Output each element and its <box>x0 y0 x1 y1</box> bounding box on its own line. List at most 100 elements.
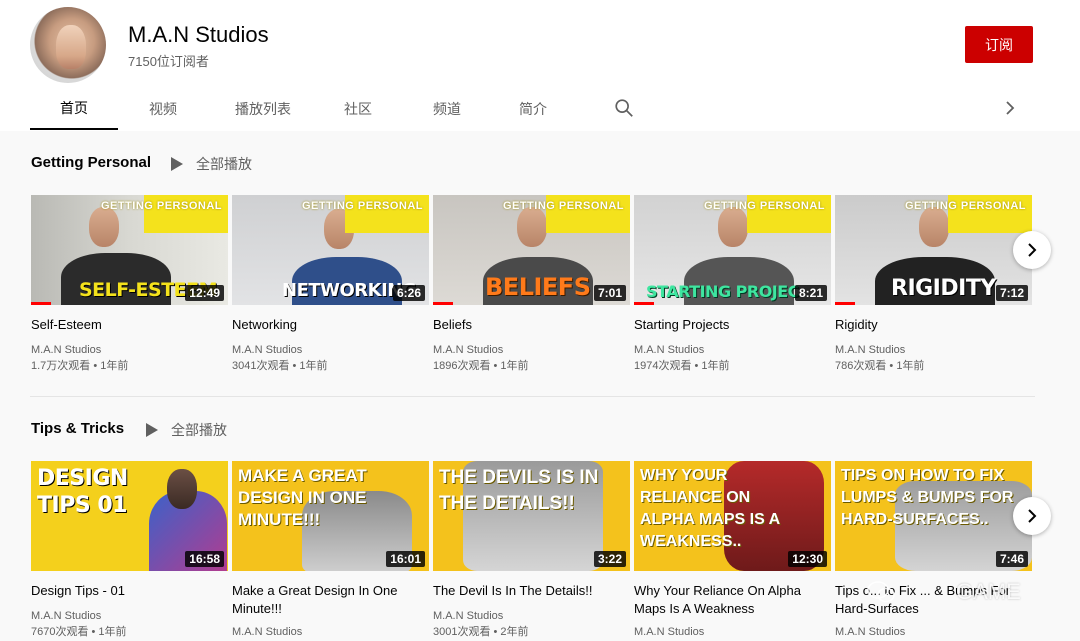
video-card[interactable]: GETTING PERSONAL RIGIDITY 7:12 Rigidity … <box>835 195 1032 374</box>
video-duration: 7:01 <box>593 285 626 301</box>
thumbnail-caption: WHY YOUR RELIANCE ON ALPHA MAPS IS A WEA… <box>640 467 780 550</box>
play-all-button[interactable]: 全部播放 <box>145 420 227 440</box>
channel-tabs: 首页 视频 播放列表 社区 频道 简介 <box>30 88 570 130</box>
video-channel[interactable]: M.A.N Studios <box>433 608 630 624</box>
thumbnail-caption: TIPS ON HOW TO FIX LUMPS & BUMPS FOR HAR… <box>841 467 1014 528</box>
video-card[interactable]: GETTING PERSONAL NETWORKING 6:26 Network… <box>232 195 429 374</box>
video-card[interactable]: GETTING PERSONAL STARTING PROJEC 8:21 St… <box>634 195 831 374</box>
video-stats: 1974次观看 • 1年前 <box>634 360 730 372</box>
series-badge-text: GETTING PERSONAL <box>703 200 825 212</box>
video-thumbnail[interactable]: GETTING PERSONAL RIGIDITY 7:12 <box>835 195 1032 305</box>
video-thumbnail[interactable]: THE DEVILS IS IN THE DETAILS!! 3:22 <box>433 461 630 571</box>
video-title[interactable]: Rigidity <box>835 316 1032 334</box>
video-duration: 12:30 <box>788 551 827 567</box>
play-all-button[interactable]: 全部播放 <box>170 154 252 174</box>
video-channel[interactable]: M.A.N Studios <box>634 342 831 358</box>
video-title[interactable]: Make a Great Design In One Minute!!! <box>232 582 429 618</box>
video-channel[interactable]: M.A.N Studios <box>31 608 228 624</box>
video-title[interactable]: Self-Esteem <box>31 316 228 334</box>
channel-header: M.A.N Studios 7150位订阅者 订阅 首页 视频 播放列表 社区 … <box>0 0 1080 131</box>
thumbnail-caption: BELIEFS <box>485 273 591 301</box>
tab-home[interactable]: 首页 <box>30 88 118 130</box>
video-title[interactable]: Design Tips - 01 <box>31 582 228 600</box>
watch-progress-bar <box>835 302 855 305</box>
watch-progress-bar <box>31 302 51 305</box>
video-duration: 7:46 <box>995 551 1028 567</box>
video-duration: 12:49 <box>185 285 224 301</box>
video-stats: 1896次观看 • 1年前 <box>433 360 529 372</box>
video-card[interactable]: WHY YOUR RELIANCE ON ALPHA MAPS IS A WEA… <box>634 461 831 640</box>
channel-avatar[interactable] <box>30 7 106 83</box>
series-badge-text: GETTING PERSONAL <box>100 200 222 212</box>
video-channel[interactable]: M.A.N Studios <box>232 342 429 358</box>
video-thumbnail[interactable]: GETTING PERSONAL SELF-ESTEEM 12:49 <box>31 195 228 305</box>
play-all-label: 全部播放 <box>171 422 227 438</box>
subscriber-count: 7150位订阅者 <box>128 54 209 69</box>
video-stats: 786次观看 • 1年前 <box>835 360 925 372</box>
channel-name: M.A.N Studios <box>128 22 269 47</box>
video-thumbnail[interactable]: GETTING PERSONAL STARTING PROJEC 8:21 <box>634 195 831 305</box>
video-stats: 3041次观看 • 1年前 <box>232 360 328 372</box>
video-card[interactable]: MAKE A GREAT DESIGN IN ONE MINUTE!!! 16:… <box>232 461 429 640</box>
carousel-next-button[interactable] <box>1013 231 1051 269</box>
video-channel[interactable]: M.A.N Studios <box>433 342 630 358</box>
video-thumbnail[interactable]: MAKE A GREAT DESIGN IN ONE MINUTE!!! 16:… <box>232 461 429 571</box>
video-channel[interactable]: M.A.N Studios <box>835 342 1032 358</box>
video-duration: 16:58 <box>185 551 224 567</box>
video-card[interactable]: TIPS ON HOW TO FIX LUMPS & BUMPS FOR HAR… <box>835 461 1032 640</box>
video-duration: 7:12 <box>995 285 1028 301</box>
thumbnail-caption: STARTING PROJEC <box>646 282 799 301</box>
play-all-label: 全部播放 <box>196 156 252 172</box>
video-title[interactable]: Beliefs <box>433 316 630 334</box>
video-thumbnail[interactable]: WHY YOUR RELIANCE ON ALPHA MAPS IS A WEA… <box>634 461 831 571</box>
chevron-right-icon <box>1028 243 1037 257</box>
video-card[interactable]: GETTING PERSONAL SELF-ESTEEM 12:49 Self-… <box>31 195 228 374</box>
video-card[interactable]: DESIGN TIPS 01 16:58 Design Tips - 01 M.… <box>31 461 228 640</box>
series-badge-text: GETTING PERSONAL <box>301 200 423 212</box>
video-title[interactable]: Starting Projects <box>634 316 831 334</box>
tab-community[interactable]: 社区 <box>318 88 398 130</box>
carousel-next-button[interactable] <box>1013 497 1051 535</box>
video-title[interactable]: Why Your Reliance On Alpha Maps Is A Wea… <box>634 582 831 618</box>
video-title[interactable]: The Devil Is In The Details!! <box>433 582 630 600</box>
video-stats: 1.7万次观看 • 1年前 <box>31 360 129 372</box>
video-duration: 3:22 <box>593 551 626 567</box>
video-thumbnail[interactable]: GETTING PERSONAL BELIEFS 7:01 <box>433 195 630 305</box>
chevron-right-icon[interactable] <box>1001 98 1019 118</box>
play-icon <box>171 157 183 171</box>
video-channel[interactable]: M.A.N Studios <box>232 624 429 640</box>
series-badge-text: GETTING PERSONAL <box>904 200 1026 212</box>
video-thumbnail[interactable]: DESIGN TIPS 01 16:58 <box>31 461 228 571</box>
watch-progress-bar <box>634 302 654 305</box>
search-icon[interactable] <box>613 97 635 119</box>
thumbnail-caption: RIGIDITY <box>891 276 996 301</box>
wechat-icon <box>867 581 895 603</box>
tab-playlists[interactable]: 播放列表 <box>208 88 318 130</box>
video-thumbnail[interactable]: GETTING PERSONAL NETWORKING 6:26 <box>232 195 429 305</box>
watch-progress-bar <box>433 302 453 305</box>
tab-about[interactable]: 简介 <box>496 88 570 130</box>
subscribe-button[interactable]: 订阅 <box>965 26 1033 63</box>
video-duration: 6:26 <box>392 285 425 301</box>
video-channel[interactable]: M.A.N Studios <box>31 342 228 358</box>
video-card[interactable]: GETTING PERSONAL BELIEFS 7:01 Beliefs M.… <box>433 195 630 374</box>
video-stats: 3001次观看 • 2年前 <box>433 626 529 638</box>
thumbnail-face <box>167 469 197 509</box>
play-icon <box>146 423 158 437</box>
watermark: GAME <box>866 578 1021 606</box>
section-divider <box>30 396 1035 397</box>
video-thumbnail[interactable]: TIPS ON HOW TO FIX LUMPS & BUMPS FOR HAR… <box>835 461 1032 571</box>
video-duration: 16:01 <box>386 551 425 567</box>
video-card[interactable]: THE DEVILS IS IN THE DETAILS!! 3:22 The … <box>433 461 630 640</box>
video-title[interactable]: Networking <box>232 316 429 334</box>
section-title-tips-tricks[interactable]: Tips & Tricks <box>31 420 124 437</box>
tab-channels[interactable]: 频道 <box>398 88 496 130</box>
series-badge-text: GETTING PERSONAL <box>502 200 624 212</box>
chevron-right-icon <box>1028 509 1037 523</box>
thumbnail-caption: DESIGN TIPS 01 <box>37 466 128 518</box>
section-title-getting-personal[interactable]: Getting Personal <box>31 154 151 171</box>
video-channel[interactable]: M.A.N Studios <box>835 624 1032 640</box>
tab-videos[interactable]: 视频 <box>118 88 208 130</box>
video-channel[interactable]: M.A.N Studios <box>634 624 831 640</box>
video-stats: 7670次观看 • 1年前 <box>31 626 127 638</box>
